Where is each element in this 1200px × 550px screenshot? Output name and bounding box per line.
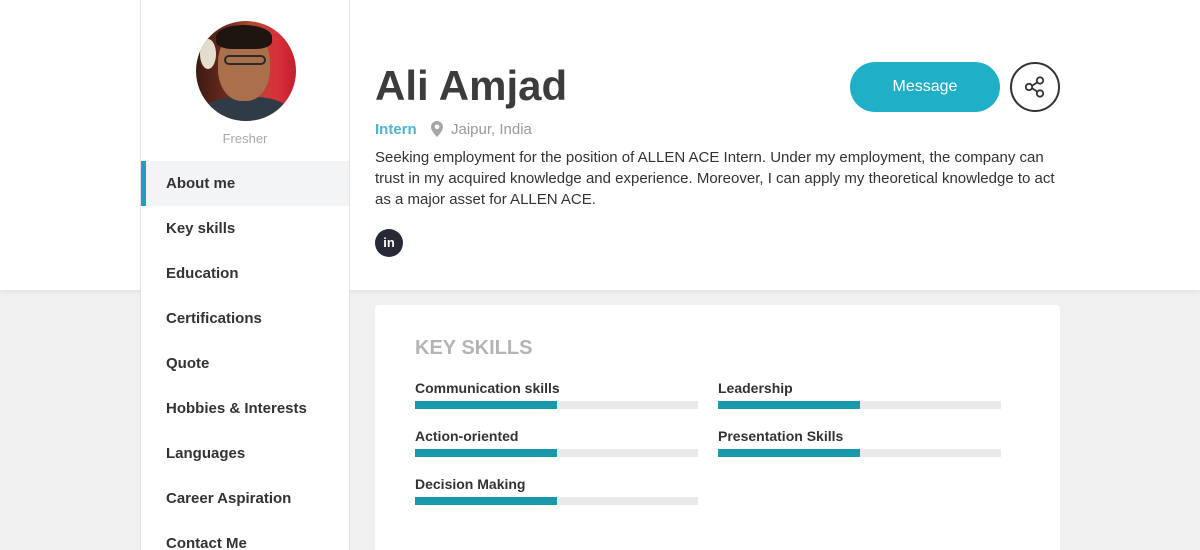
key-skills-title: KEY SKILLS [415, 337, 533, 359]
skill-label: Decision Making [415, 476, 526, 492]
profile-name: Ali Amjad [375, 62, 568, 109]
skill-label: Action-oriented [415, 428, 519, 444]
skill-label: Presentation Skills [718, 428, 844, 444]
nav-item-languages[interactable]: Languages [141, 431, 349, 476]
skill-label: Communication skills [415, 380, 560, 396]
skill-bar-track [415, 497, 698, 505]
share-icon [1024, 76, 1045, 98]
skill-bar-track [718, 449, 1001, 457]
skill-bar-track [718, 401, 1001, 409]
skill-bar-fill [415, 401, 557, 409]
avatar [196, 21, 296, 121]
sidebar: Fresher About me Key skills Education Ce… [140, 0, 350, 550]
skill-bar-track [415, 449, 698, 457]
skill-bar-fill [718, 449, 860, 457]
profile-bio: Seeking employment for the position of A… [375, 149, 1055, 208]
experience-level: Fresher [222, 131, 268, 146]
message-button[interactable]: Message [850, 62, 1000, 112]
skill-bar-fill [415, 497, 557, 505]
nav-item-education[interactable]: Education [141, 251, 349, 296]
key-skills-card: KEY SKILLS Communication skills Leadersh… [375, 305, 1060, 550]
skill-presentation: Presentation Skills [718, 427, 1001, 457]
skill-leadership: Leadership [718, 379, 1001, 409]
profile-location: Jaipur, India [451, 121, 532, 138]
nav-item-about-me[interactable]: About me [141, 161, 349, 206]
nav-item-hobbies-interests[interactable]: Hobbies & Interests [141, 386, 349, 431]
skill-bar-fill [718, 401, 860, 409]
profile-role: Intern [375, 121, 417, 138]
linkedin-icon[interactable]: in [375, 229, 403, 257]
share-button[interactable] [1010, 62, 1060, 112]
section-nav: About me Key skills Education Certificat… [141, 161, 349, 550]
nav-item-certifications[interactable]: Certifications [141, 296, 349, 341]
nav-item-contact-me[interactable]: Contact Me [141, 521, 349, 550]
skill-action-oriented: Action-oriented [415, 427, 698, 457]
skill-decision-making: Decision Making [415, 475, 698, 505]
nav-item-key-skills[interactable]: Key skills [141, 206, 349, 251]
skill-label: Leadership [718, 380, 793, 396]
nav-item-career-aspiration[interactable]: Career Aspiration [141, 476, 349, 521]
location-pin-icon [431, 121, 443, 137]
skill-communication: Communication skills [415, 379, 698, 409]
skill-bar-track [415, 401, 698, 409]
nav-item-quote[interactable]: Quote [141, 341, 349, 386]
skill-bar-fill [415, 449, 557, 457]
